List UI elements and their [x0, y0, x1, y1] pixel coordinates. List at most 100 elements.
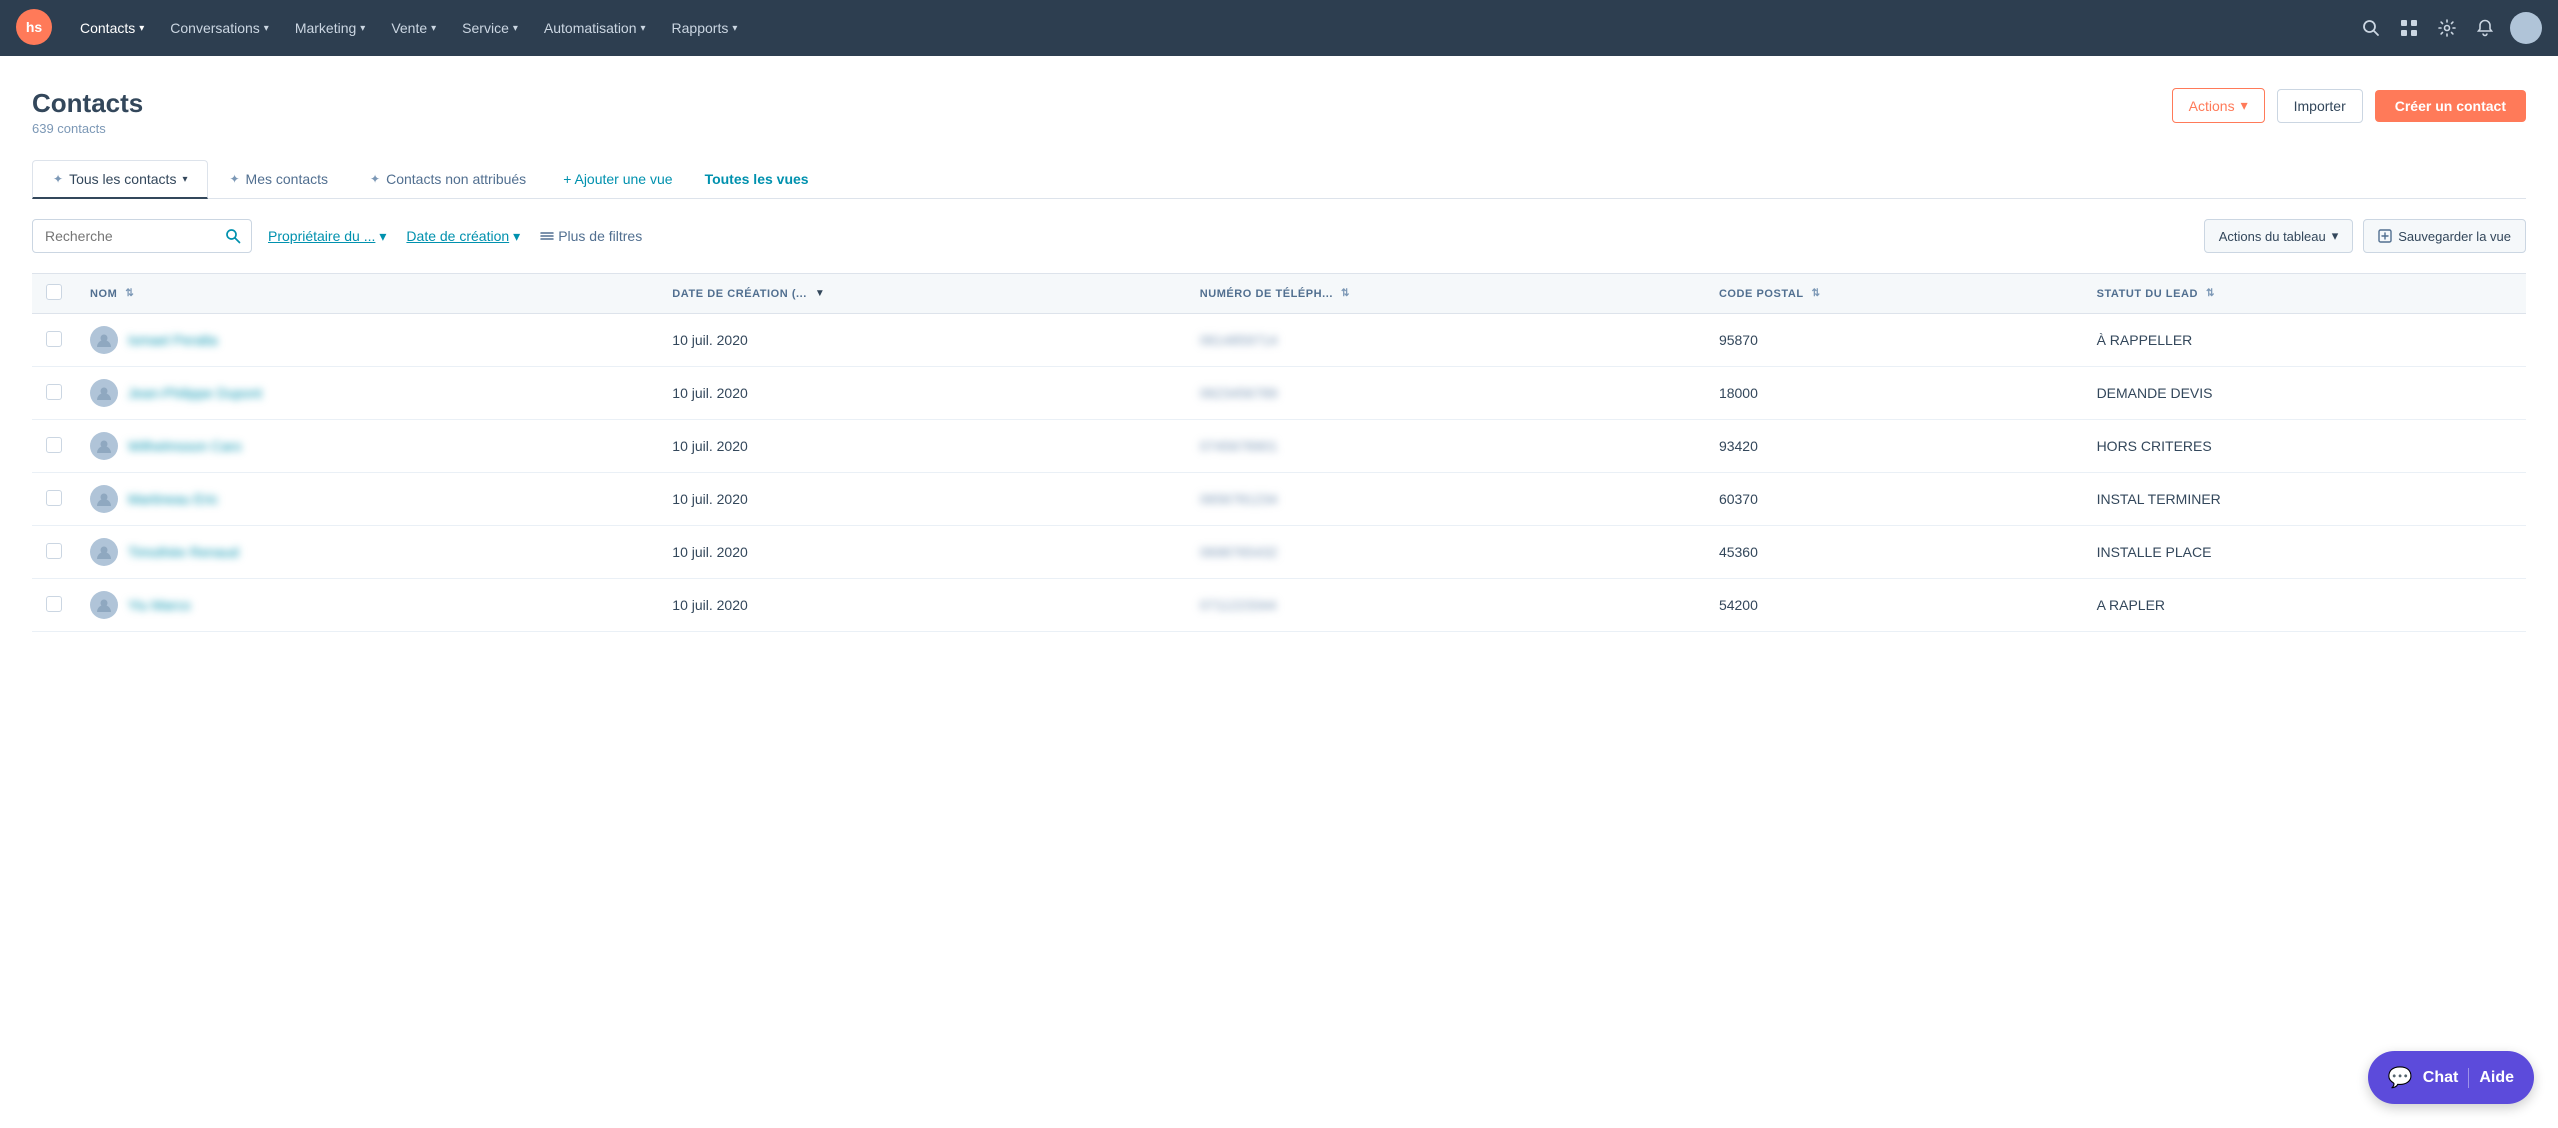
- add-view-tab[interactable]: + Ajouter une vue: [547, 161, 688, 197]
- nav-item-service[interactable]: Service ▾: [450, 12, 530, 44]
- table-row: Timothée Renaud 10 juil. 2020 0698765432…: [32, 526, 2526, 579]
- row-checkbox-1[interactable]: [32, 367, 76, 420]
- row-statut-2: HORS CRITERES: [2083, 420, 2526, 473]
- row-phone-3: 0656781234: [1186, 473, 1705, 526]
- row-date-5: 10 juil. 2020: [658, 579, 1185, 632]
- contact-name[interactable]: Ismael Peralta: [128, 332, 217, 348]
- row-statut-1: DEMANDE DEVIS: [2083, 367, 2526, 420]
- row-checkbox[interactable]: [46, 331, 62, 347]
- tab-mes-contacts[interactable]: ✦ Mes contacts: [208, 160, 349, 199]
- all-views-link[interactable]: Toutes les vues: [689, 161, 825, 197]
- pin-icon: ✦: [370, 172, 380, 186]
- nav-item-automatisation[interactable]: Automatisation ▾: [532, 12, 658, 44]
- th-statut-sort[interactable]: STATUT DU LEAD ⇅: [2097, 288, 2215, 300]
- th-code-postal[interactable]: CODE POSTAL ⇅: [1705, 274, 2083, 314]
- contact-avatar: [90, 326, 118, 354]
- contact-name[interactable]: Wilhelmsson Caro: [128, 438, 242, 454]
- hubspot-logo[interactable]: hs: [16, 9, 52, 48]
- proprietaire-filter[interactable]: Propriétaire du ... ▾: [264, 220, 390, 253]
- row-checkbox-3[interactable]: [32, 473, 76, 526]
- row-checkbox-4[interactable]: [32, 526, 76, 579]
- actions-button[interactable]: Actions ▾: [2172, 88, 2265, 123]
- th-nom[interactable]: NOM ⇅: [76, 274, 658, 314]
- table-actions-button[interactable]: Actions du tableau ▾: [2204, 219, 2354, 253]
- nav-item-contacts[interactable]: Contacts ▾: [68, 12, 156, 44]
- row-checkbox[interactable]: [46, 437, 62, 453]
- row-checkbox-5[interactable]: [32, 579, 76, 632]
- search-box: [32, 219, 252, 253]
- tab-tous-contacts[interactable]: ✦ Tous les contacts ▾: [32, 160, 208, 199]
- row-phone-5: 0711223344: [1186, 579, 1705, 632]
- th-date-creation[interactable]: DATE DE CRÉATION (... ▼: [658, 274, 1185, 314]
- table-row: Jean-Philippe Dupont 10 juil. 2020 06234…: [32, 367, 2526, 420]
- th-date-sort[interactable]: DATE DE CRÉATION (... ▼: [672, 288, 825, 300]
- chat-bubble[interactable]: 💬 Chat Aide: [2368, 1051, 2534, 1104]
- nav-item-conversations[interactable]: Conversations ▾: [158, 12, 281, 44]
- filter-right: Actions du tableau ▾ Sauvegarder la vue: [2204, 219, 2526, 253]
- user-avatar[interactable]: [2510, 12, 2542, 44]
- search-icon[interactable]: [2354, 11, 2388, 45]
- row-name-2[interactable]: Wilhelmsson Caro: [76, 420, 658, 473]
- row-checkbox[interactable]: [46, 596, 62, 612]
- more-filters-button[interactable]: Plus de filtres: [536, 220, 646, 252]
- search-icon[interactable]: [215, 220, 251, 252]
- contact-avatar: [90, 432, 118, 460]
- row-name-4[interactable]: Timothée Renaud: [76, 526, 658, 579]
- create-contact-button[interactable]: Créer un contact: [2375, 90, 2526, 122]
- chevron-down-icon: ▾: [182, 174, 187, 185]
- contact-name[interactable]: Martineau Eric: [128, 491, 218, 507]
- th-tel-sort[interactable]: NUMÉRO DE TÉLÉPH... ⇅: [1200, 288, 1350, 300]
- row-name-5[interactable]: Yiu Marco: [76, 579, 658, 632]
- row-postal-5: 54200: [1705, 579, 2083, 632]
- nav-item-vente[interactable]: Vente ▾: [379, 12, 448, 44]
- row-checkbox-2[interactable]: [32, 420, 76, 473]
- row-postal-1: 18000: [1705, 367, 2083, 420]
- contact-name[interactable]: Yiu Marco: [128, 597, 191, 613]
- row-phone-0: 0614859714: [1186, 314, 1705, 367]
- chat-divider: [2468, 1068, 2469, 1088]
- table-body: Ismael Peralta 10 juil. 2020 0614859714 …: [32, 314, 2526, 632]
- import-button[interactable]: Importer: [2277, 89, 2363, 123]
- row-name-3[interactable]: Martineau Eric: [76, 473, 658, 526]
- navbar: hs Contacts ▾ Conversations ▾ Marketing …: [0, 0, 2558, 56]
- row-name-0[interactable]: Ismael Peralta: [76, 314, 658, 367]
- main-content: Contacts 639 contacts Actions ▾ Importer…: [0, 56, 2558, 1128]
- row-checkbox[interactable]: [46, 490, 62, 506]
- table-header-row: NOM ⇅ DATE DE CRÉATION (... ▼ NUMÉRO DE …: [32, 274, 2526, 314]
- contact-name[interactable]: Jean-Philippe Dupont: [128, 385, 262, 401]
- svg-text:hs: hs: [26, 19, 43, 35]
- row-phone-2: 0745678901: [1186, 420, 1705, 473]
- save-view-button[interactable]: Sauvegarder la vue: [2363, 219, 2526, 253]
- th-cp-sort[interactable]: CODE POSTAL ⇅: [1719, 288, 1821, 300]
- date-creation-filter[interactable]: Date de création ▾: [402, 220, 524, 253]
- row-date-4: 10 juil. 2020: [658, 526, 1185, 579]
- nav-item-rapports[interactable]: Rapports ▾: [660, 12, 750, 44]
- chevron-down-icon: ▾: [2241, 97, 2248, 114]
- th-nom-sort[interactable]: NOM ⇅: [90, 288, 134, 300]
- chat-icon: 💬: [2388, 1065, 2413, 1090]
- sort-icon: ⇅: [1341, 288, 1350, 299]
- contact-avatar: [90, 379, 118, 407]
- chevron-down-icon: ▾: [2332, 228, 2339, 244]
- row-name-1[interactable]: Jean-Philippe Dupont: [76, 367, 658, 420]
- nav-item-marketing[interactable]: Marketing ▾: [283, 12, 378, 44]
- contact-name[interactable]: Timothée Renaud: [128, 544, 239, 560]
- row-date-2: 10 juil. 2020: [658, 420, 1185, 473]
- settings-icon[interactable]: [2430, 11, 2464, 45]
- row-checkbox[interactable]: [46, 543, 62, 559]
- bell-icon[interactable]: [2468, 11, 2502, 45]
- filter-bar: Propriétaire du ... ▾ Date de création ▾…: [32, 219, 2526, 253]
- row-checkbox[interactable]: [46, 384, 62, 400]
- row-checkbox-0[interactable]: [32, 314, 76, 367]
- chevron-down-icon: ▾: [360, 23, 365, 34]
- search-input[interactable]: [33, 220, 215, 252]
- row-statut-4: INSTALLE PLACE: [2083, 526, 2526, 579]
- page-title: Contacts: [32, 88, 143, 119]
- row-statut-5: A RAPLER: [2083, 579, 2526, 632]
- grid-icon[interactable]: [2392, 11, 2426, 45]
- row-postal-3: 60370: [1705, 473, 2083, 526]
- select-all-checkbox[interactable]: [46, 284, 62, 300]
- th-statut-lead[interactable]: STATUT DU LEAD ⇅: [2083, 274, 2526, 314]
- tab-contacts-non-attribues[interactable]: ✦ Contacts non attribués: [349, 160, 547, 199]
- th-telephone[interactable]: NUMÉRO DE TÉLÉPH... ⇅: [1186, 274, 1705, 314]
